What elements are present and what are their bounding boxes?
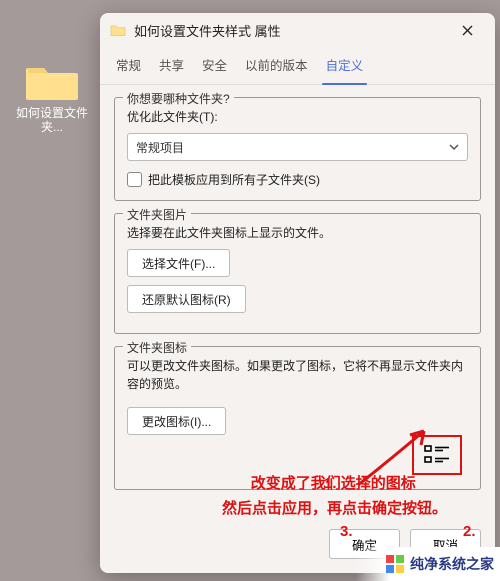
group-icon: 文件夹图标 可以更改文件夹图标。如果更改了图标，它将不再显示文件夹内容的预览。 …	[114, 346, 481, 490]
change-icon-button[interactable]: 更改图标(I)...	[127, 407, 226, 435]
folder-icon	[26, 62, 78, 102]
tab-previous[interactable]: 以前的版本	[243, 47, 310, 84]
annotation-num3: 3.	[340, 521, 353, 543]
dialog-body: 你想要哪种文件夹? 优化此文件夹(T): 常规项目 把此模板应用到所有子文件夹(…	[100, 85, 495, 523]
desktop-folder-label: 如何设置文件夹...	[16, 106, 88, 134]
apply-subfolders-row[interactable]: 把此模板应用到所有子文件夹(S)	[127, 171, 468, 188]
folder-icon	[110, 23, 126, 37]
tab-general[interactable]: 常规	[114, 47, 143, 84]
tab-customize[interactable]: 自定义	[324, 47, 366, 84]
tab-security[interactable]: 安全	[200, 47, 229, 84]
picture-desc: 选择要在此文件夹图标上显示的文件。	[127, 224, 468, 241]
choose-file-button[interactable]: 选择文件(F)...	[127, 249, 230, 277]
annotation-line2: 然后点击应用，再点击确定按钮。	[222, 498, 495, 520]
desktop-folder[interactable]: 如何设置文件夹...	[16, 62, 88, 134]
chevron-down-icon	[449, 142, 459, 152]
watermark: 纯净系统之家	[356, 547, 500, 581]
properties-dialog: 如何设置文件夹样式 属性 常规 共享 安全 以前的版本 自定义 你想要哪种文件夹…	[100, 13, 495, 573]
icon-preview	[412, 435, 462, 475]
titlebar: 如何设置文件夹样式 属性	[100, 13, 495, 47]
group-template-legend: 你想要哪种文件夹?	[123, 90, 234, 107]
group-picture-legend: 文件夹图片	[123, 206, 191, 223]
apply-subfolders-checkbox[interactable]	[127, 172, 142, 187]
tabs: 常规 共享 安全 以前的版本 自定义	[100, 47, 495, 85]
group-icon-legend: 文件夹图标	[123, 339, 191, 356]
window-title: 如何设置文件夹样式 属性	[134, 21, 447, 40]
group-template: 你想要哪种文件夹? 优化此文件夹(T): 常规项目 把此模板应用到所有子文件夹(…	[114, 97, 481, 201]
group-picture: 文件夹图片 选择要在此文件夹图标上显示的文件。 选择文件(F)... 还原默认图…	[114, 213, 481, 334]
optimize-select-value: 常规项目	[136, 139, 184, 156]
watermark-text: 纯净系统之家	[410, 554, 494, 574]
annotation-line1: 改变成了我们选择的图标	[251, 475, 416, 492]
tab-sharing[interactable]: 共享	[157, 47, 186, 84]
restore-default-button[interactable]: 还原默认图标(R)	[127, 285, 246, 313]
optimize-label: 优化此文件夹(T):	[127, 108, 468, 125]
close-button[interactable]	[447, 15, 487, 45]
optimize-select[interactable]: 常规项目	[127, 133, 468, 161]
apply-subfolders-label: 把此模板应用到所有子文件夹(S)	[148, 171, 320, 188]
icon-desc: 可以更改文件夹图标。如果更改了图标，它将不再显示文件夹内容的预览。	[127, 357, 468, 393]
watermark-logo	[386, 555, 404, 573]
annotation-num2: 2.	[463, 521, 476, 543]
